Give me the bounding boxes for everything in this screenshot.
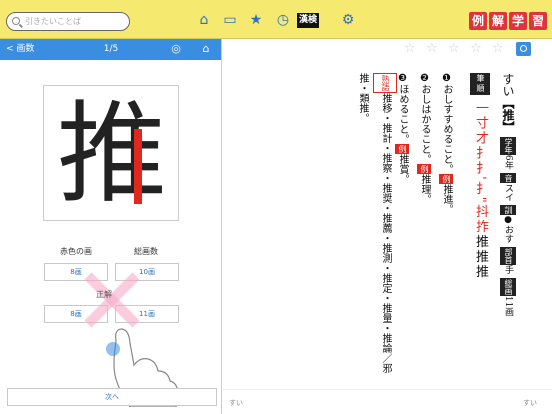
- red-stroke-label: 赤色の画: [60, 247, 92, 256]
- stroke-step: 扌": [473, 181, 488, 205]
- stroke-step: 扌': [473, 161, 488, 182]
- kanji-display: 推: [43, 85, 179, 221]
- headword-reading: すい: [501, 73, 515, 97]
- example-text: 推進。: [441, 184, 452, 214]
- rating-star-icon[interactable]: ☆: [404, 42, 416, 56]
- correct-label: 正解: [96, 290, 112, 299]
- jukugo-label: 熟語: [373, 73, 397, 93]
- grade-label: 学年: [500, 136, 516, 155]
- total-strokes-label: 総画数: [134, 247, 158, 256]
- stroke-order: 筆順 一寸才扌扌'扌"抖拃推推推: [470, 73, 490, 373]
- meaning-text: おしすすめること。: [441, 84, 452, 174]
- example-label: 例: [395, 144, 409, 154]
- on-reading-value: スイ: [503, 183, 513, 202]
- home-icon[interactable]: ⌂: [196, 12, 212, 28]
- next-button[interactable]: 次へ: [7, 388, 217, 406]
- jukugo-list: 推移・推計・推察・推奨・推薦・推測・推定・推量・推論／邪推・類推。: [357, 73, 391, 373]
- headword: 【推】: [501, 97, 515, 133]
- star-icon[interactable]: ★: [248, 12, 264, 28]
- quiz-nav-bar: < 画数 1/5 ◎ ⌂: [0, 39, 221, 60]
- stroke-step: 推: [473, 234, 488, 250]
- page-footer: すい すい: [223, 389, 552, 414]
- target-icon[interactable]: ◎: [169, 42, 183, 56]
- search-input[interactable]: 引きたいことば: [6, 12, 130, 31]
- strokes-label: 総画: [500, 277, 516, 296]
- stroke-step: 才: [473, 131, 488, 147]
- rating-star-icon[interactable]: ☆: [470, 42, 482, 56]
- search-placeholder: 引きたいことば: [25, 17, 81, 26]
- rating-star-icon[interactable]: ☆: [492, 42, 504, 56]
- kun-reading-value: ●おす: [503, 215, 513, 244]
- meaning-number: ❷: [419, 73, 430, 84]
- example-text: 推賞。: [397, 154, 408, 184]
- stroke-step: 一: [473, 101, 488, 117]
- screen-icon[interactable]: ▭: [222, 12, 238, 28]
- stroke-step: 推: [473, 264, 488, 280]
- search-icon: [12, 17, 20, 25]
- example-label: 例: [417, 164, 431, 174]
- history-icon[interactable]: ◷: [275, 12, 291, 28]
- entry-action-bar: ☆ ☆ ☆ ☆ ☆: [223, 39, 552, 60]
- on-reading-label: 音: [500, 173, 516, 184]
- dictionary-entry-panel: ☆ ☆ ☆ ☆ ☆ すい【推】 学年6年 音スイ 訓●おす 部首手 総画11画 …: [223, 39, 552, 414]
- kanken-button[interactable]: 漢検: [297, 13, 320, 28]
- quiz-panel: < 画数 1/5 ◎ ⌂ 推 赤色の画 総画数 8画 10画 8画 11画 正解…: [0, 39, 222, 414]
- meaning-2: ❷おしはかること。例推理。: [417, 73, 431, 373]
- jukugo-section: 熟語推移・推計・推察・推奨・推薦・推測・推定・推量・推論／邪推・類推。: [351, 73, 397, 373]
- strokes-value: 11画: [503, 295, 513, 317]
- gear-icon[interactable]: ⚙: [340, 12, 356, 28]
- brand-char-4: 習: [529, 12, 547, 30]
- example-label: 例: [439, 174, 453, 184]
- meaning-text: おしはかること。: [419, 84, 430, 164]
- home-icon[interactable]: ⌂: [199, 42, 213, 56]
- kun-reading-label: 訓: [500, 205, 516, 216]
- headword-column: すい【推】 学年6年 音スイ 訓●おす 部首手 総画11画: [500, 73, 516, 373]
- meaning-3: ❸ほめること。例推賞。: [395, 73, 409, 373]
- highlighted-stroke: [134, 129, 142, 204]
- brand-char-2: 解: [489, 12, 507, 30]
- radical-value: 手: [503, 265, 513, 275]
- camera-icon[interactable]: [516, 42, 531, 56]
- stroke-step: 拃: [473, 219, 488, 235]
- meaning-1: ❶おしすすめること。例推進。: [439, 73, 453, 373]
- kanji-char: 推: [57, 90, 167, 218]
- example-text: 推理。: [419, 174, 430, 204]
- stroke-step: 推: [473, 249, 488, 265]
- top-toolbar: 引きたいことば ⌂ ▭ ★ ◷ 漢検 ⚙ 例 解 学 習: [0, 0, 552, 39]
- radical-label: 部首: [500, 247, 516, 266]
- stroke-step: 抖: [473, 204, 488, 220]
- stroke-order-label: 筆順: [470, 73, 490, 95]
- brand-char-1: 例: [469, 12, 487, 30]
- rating-star-icon[interactable]: ☆: [426, 42, 438, 56]
- page-indicator: 1/5: [103, 44, 119, 54]
- rating-star-icon[interactable]: ☆: [448, 42, 460, 56]
- brand-char-3: 学: [509, 12, 527, 30]
- meaning-text: ほめること。: [397, 84, 408, 144]
- stroke-step: 扌: [473, 146, 488, 162]
- grade-value: 6年: [503, 154, 513, 170]
- footer-right: すい: [523, 399, 537, 407]
- stroke-step: 寸: [473, 116, 488, 132]
- meaning-number: ❸: [397, 73, 408, 84]
- footer-left: すい: [229, 399, 243, 407]
- meaning-number: ❶: [441, 73, 452, 84]
